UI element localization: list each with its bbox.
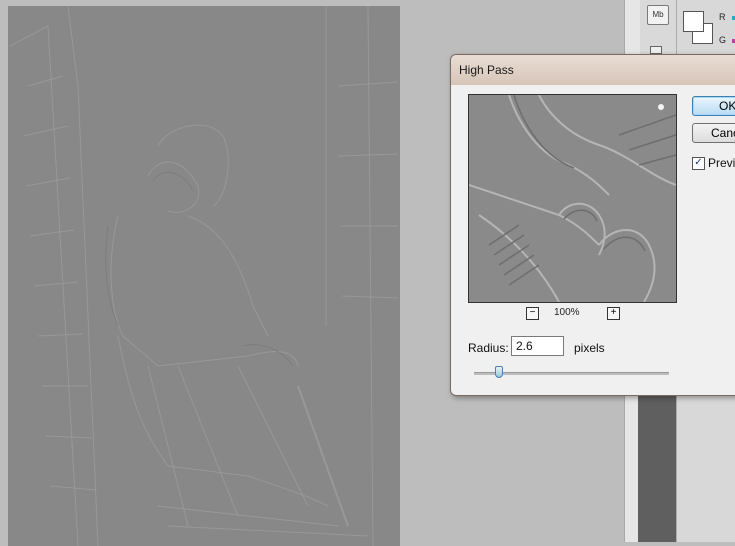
zoom-out-button[interactable]: − [526,307,539,320]
radius-slider-thumb[interactable] [495,366,504,378]
preview-label: Preview [708,156,735,170]
radius-unit-label: pixels [574,341,605,355]
panel-empty-area [638,395,676,542]
channel-r-label: R [719,12,726,22]
channel-g-label: G [719,35,727,45]
preview-image [469,95,676,302]
zoom-in-button[interactable]: + [607,307,620,320]
dialog-body: − 100% + Radius: 2.6 pixels OK Cancel ✓ … [457,85,735,389]
filter-preview[interactable] [468,94,677,303]
ok-button[interactable]: OK [692,96,735,116]
mini-bridge-icon[interactable]: Mb [647,5,669,25]
document-canvas[interactable] [8,6,400,546]
dialog-title: High Pass [459,63,514,77]
collapse-icon[interactable] [650,46,662,54]
high-pass-image [9,6,399,546]
cancel-button[interactable]: Cancel [692,123,735,143]
dialog-title-bar[interactable]: High Pass [451,55,735,85]
preview-checkbox[interactable]: ✓ [692,157,705,170]
high-pass-dialog: High Pass − 100% + Radius: 2.6 pixels OK… [450,54,735,396]
foreground-color-swatch[interactable] [683,11,704,32]
zoom-level: 100% [554,307,580,318]
radius-input[interactable]: 2.6 [511,336,564,356]
radius-label: Radius: [468,341,509,355]
radius-slider-track[interactable] [474,372,669,375]
